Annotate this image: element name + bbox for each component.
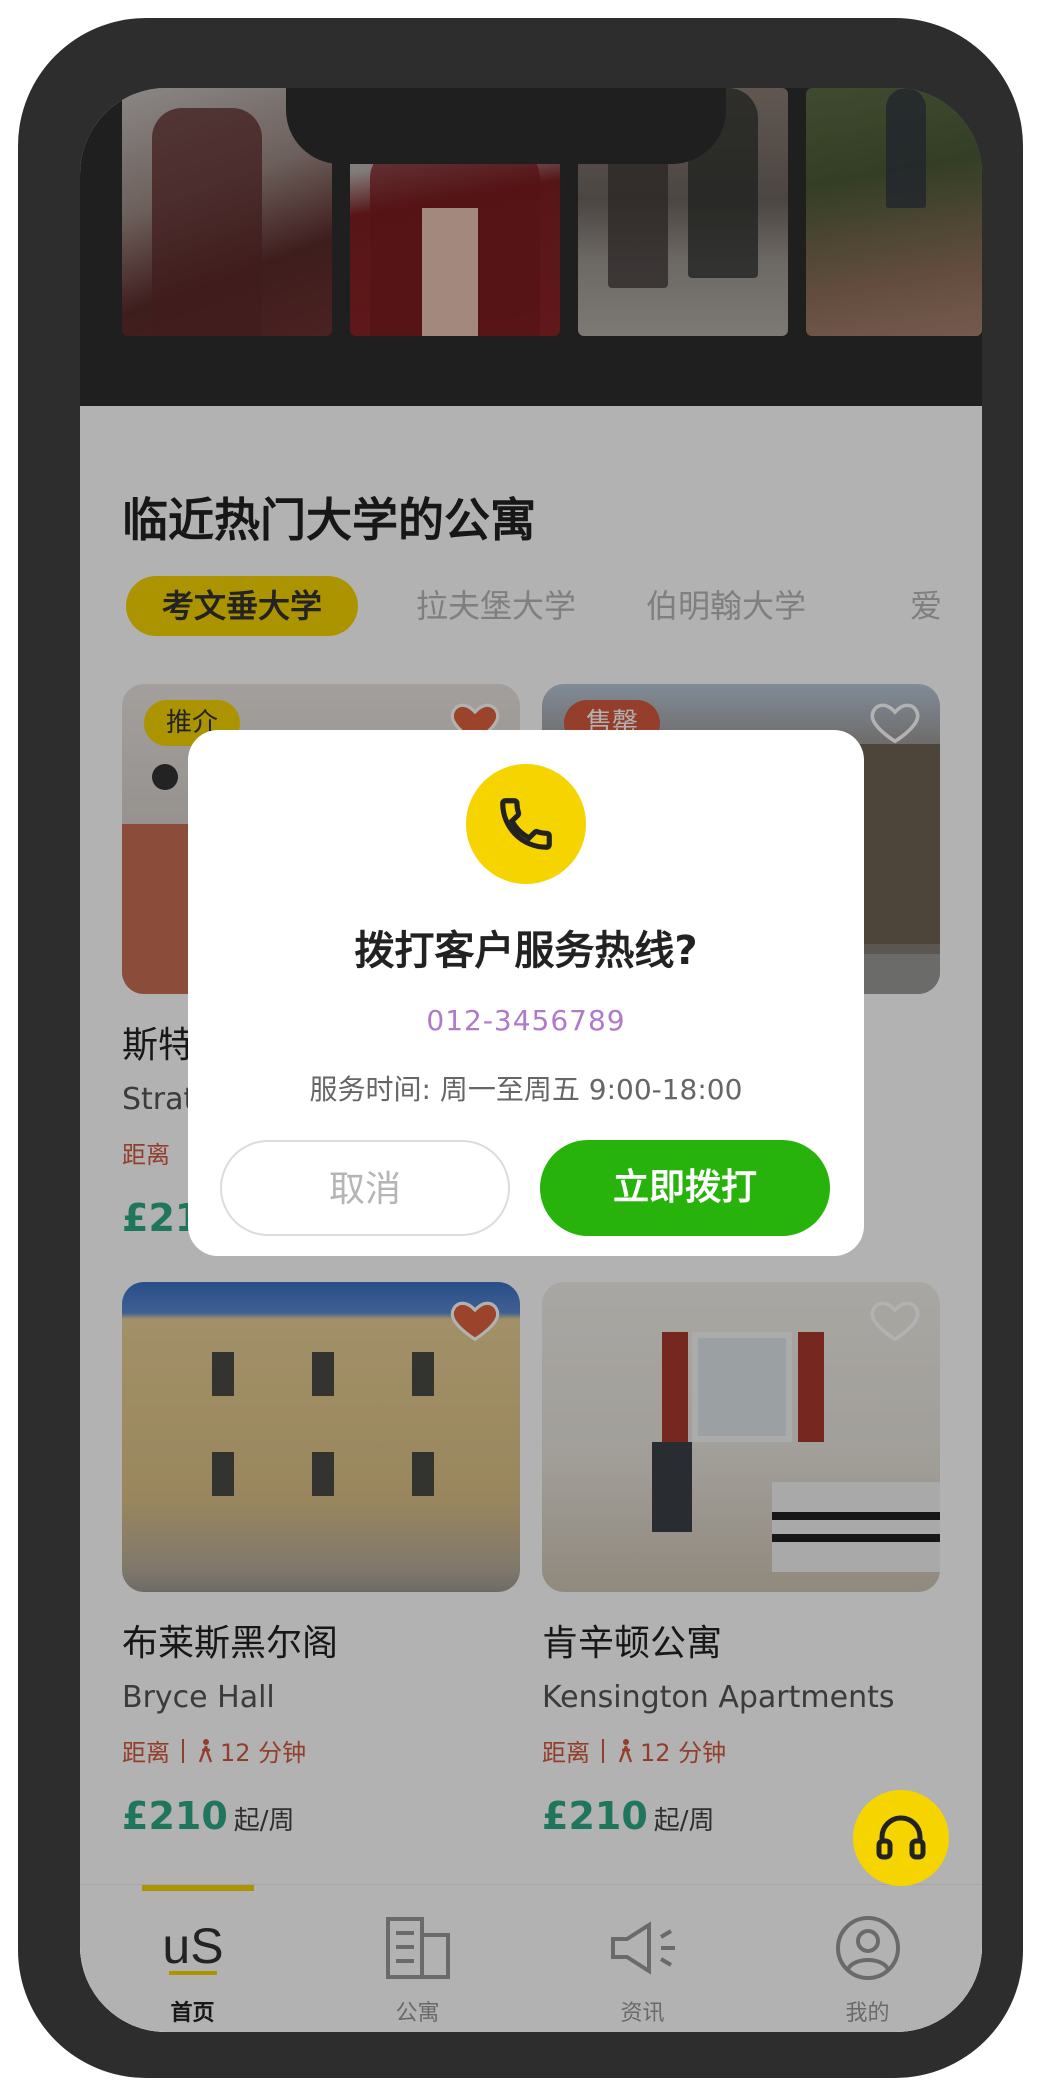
phone-frame: 临近热门大学的公寓 考文垂大学 拉夫堡大学 伯明翰大学 爱 推介 斯特 Stra… <box>18 18 1023 2078</box>
hotline-number: 012-3456789 <box>426 1004 626 1037</box>
dialog-title: 拨打客户服务热线? <box>354 928 698 974</box>
phone-icon <box>500 798 552 850</box>
app-screen: 临近热门大学的公寓 考文垂大学 拉夫堡大学 伯明翰大学 爱 推介 斯特 Stra… <box>80 88 982 2032</box>
phone-icon-badge <box>466 764 586 884</box>
customer-service-button[interactable] <box>853 1790 949 1886</box>
cancel-button[interactable]: 取消 <box>220 1140 510 1236</box>
call-now-button[interactable]: 立即拨打 <box>540 1140 830 1236</box>
call-dialog: 拨打客户服务热线? 012-3456789 服务时间: 周一至周五 9:00-1… <box>188 730 864 1256</box>
service-hours: 服务时间: 周一至周五 9:00-18:00 <box>309 1073 743 1106</box>
headset-icon <box>876 1815 926 1860</box>
